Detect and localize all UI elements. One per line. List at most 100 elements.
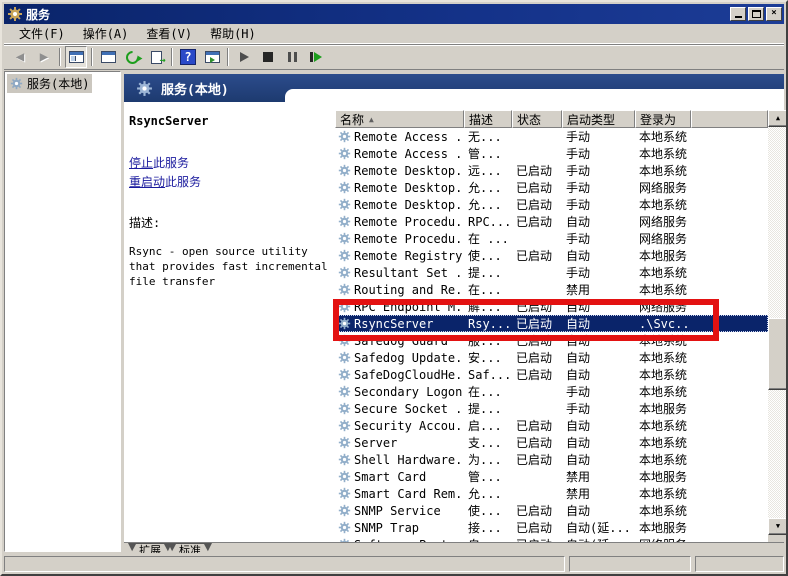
scrollbar-thumb[interactable] <box>768 318 788 390</box>
vertical-scrollbar[interactable]: ▲ ▼ <box>768 110 788 535</box>
services-table: 名称▲ 描述 状态 启动类型 登录为 Remote Access ... 无..… <box>335 110 768 544</box>
gear-icon <box>338 385 351 398</box>
start-service-icon[interactable] <box>233 46 255 68</box>
service-row[interactable]: Smart Card 管... 禁用 本地服务 <box>335 468 768 485</box>
gear-icon <box>338 470 351 483</box>
row-name: Safedog Update... <box>354 351 464 365</box>
menu-view[interactable]: 查看(V) <box>137 23 201 44</box>
service-row[interactable]: Remote Desktop... 远... 已启动 手动 本地系统 <box>335 162 768 179</box>
back-icon[interactable]: ◀ <box>9 46 31 68</box>
service-row[interactable]: SafeDogCloudHe... Saf... 已启动 自动 本地系统 <box>335 366 768 383</box>
row-desc: 使... <box>464 502 512 519</box>
row-name: RPC Endpoint M... <box>354 300 464 314</box>
service-row[interactable]: Secure Socket ... 提... 手动 本地服务 <box>335 400 768 417</box>
service-row[interactable]: SNMP Trap 接... 已启动 自动(延... 本地服务 <box>335 519 768 536</box>
service-row[interactable]: Remote Desktop... 允... 已启动 手动 本地系统 <box>335 196 768 213</box>
row-logon: 本地系统 <box>635 281 691 298</box>
export-list-icon[interactable] <box>145 46 167 68</box>
row-startup: 自动(延... <box>562 519 635 536</box>
sort-asc-icon: ▲ <box>369 115 374 124</box>
pause-service-icon[interactable] <box>281 46 303 68</box>
row-status: 已启动 <box>512 366 562 383</box>
row-name: SNMP Trap <box>354 521 419 535</box>
close-button[interactable]: × <box>766 7 782 21</box>
stop-service-icon[interactable] <box>257 46 279 68</box>
column-header-logon-as[interactable]: 登录为 <box>635 110 691 128</box>
row-desc: 管... <box>464 145 512 162</box>
row-logon: 本地系统 <box>635 417 691 434</box>
gear-icon <box>338 181 351 194</box>
stop-service-link[interactable]: 停止此服务 <box>129 154 329 171</box>
service-row[interactable]: Server 支... 已启动 自动 本地系统 <box>335 434 768 451</box>
row-status: 已启动 <box>512 519 562 536</box>
gear-icon <box>338 249 351 262</box>
row-name: Smart Card <box>354 470 426 484</box>
service-row[interactable]: Remote Access ... 管... 手动 本地系统 <box>335 145 768 162</box>
minimize-button[interactable] <box>730 7 746 21</box>
help-icon[interactable]: ? <box>177 46 199 68</box>
column-header-startup-type[interactable]: 启动类型 <box>562 110 635 128</box>
tree-item-services-local[interactable]: 服务(本地) <box>7 74 92 93</box>
service-row[interactable]: Remote Procedu... RPC... 已启动 自动 网络服务 <box>335 213 768 230</box>
gear-icon <box>136 80 153 97</box>
description-text: Rsync - open source utility that provide… <box>129 244 335 289</box>
column-header-name[interactable]: 名称▲ <box>335 110 464 128</box>
scroll-down-icon[interactable]: ▼ <box>768 518 788 535</box>
refresh-icon[interactable] <box>121 46 143 68</box>
forward-icon[interactable]: ▶ <box>33 46 55 68</box>
service-row[interactable]: Safedog Guard 服... 已启动 自动 本地系统 <box>335 332 768 349</box>
services-gear-icon <box>7 6 23 22</box>
service-row[interactable]: Remote Desktop... 允... 已启动 手动 网络服务 <box>335 179 768 196</box>
row-name: Shell Hardware... <box>354 453 464 467</box>
row-desc: 在... <box>464 383 512 400</box>
service-row[interactable]: Security Accou... 启... 已启动 自动 本地系统 <box>335 417 768 434</box>
status-bar <box>4 553 784 572</box>
row-desc: 提... <box>464 264 512 281</box>
row-logon: 网络服务 <box>635 298 691 315</box>
row-startup: 自动 <box>562 502 635 519</box>
service-row[interactable]: Remote Access ... 无... 手动 本地系统 <box>335 128 768 145</box>
restart-service-icon[interactable] <box>305 46 327 68</box>
show-console-tree-icon[interactable] <box>65 46 87 68</box>
menu-help[interactable]: 帮助(H) <box>201 23 265 44</box>
gear-icon <box>338 487 351 500</box>
service-row[interactable]: RPC Endpoint M... 解... 已启动 自动 网络服务 <box>335 298 768 315</box>
gear-icon <box>338 521 351 534</box>
service-row[interactable]: Safedog Update... 安... 已启动 自动 本地系统 <box>335 349 768 366</box>
row-status: 已启动 <box>512 247 562 264</box>
service-row[interactable]: Smart Card Rem... 允... 禁用 本地系统 <box>335 485 768 502</box>
scroll-up-icon[interactable]: ▲ <box>768 110 788 127</box>
gear-icon <box>338 198 351 211</box>
gear-icon <box>338 504 351 517</box>
restart-service-link[interactable]: 重启动此服务 <box>129 173 329 190</box>
row-logon: .\Svc... <box>635 317 691 331</box>
row-desc: 在 ... <box>464 230 512 247</box>
menu-action[interactable]: 操作(A) <box>74 23 138 44</box>
row-startup: 手动 <box>562 230 635 247</box>
service-row[interactable]: Secondary Logon 在... 手动 本地系统 <box>335 383 768 400</box>
row-desc: 解... <box>464 298 512 315</box>
properties-icon[interactable] <box>97 46 119 68</box>
row-desc: 启... <box>464 417 512 434</box>
gear-icon <box>338 368 351 381</box>
column-header-description[interactable]: 描述 <box>464 110 512 128</box>
toolbar-separator <box>91 48 93 66</box>
row-status: 已启动 <box>512 179 562 196</box>
row-name: Remote Desktop... <box>354 164 464 178</box>
service-row[interactable]: Resultant Set ... 提... 手动 本地系统 <box>335 264 768 281</box>
service-row[interactable]: Remote Registry 使... 已启动 自动 本地服务 <box>335 247 768 264</box>
column-header-status[interactable]: 状态 <box>512 110 562 128</box>
maximize-button[interactable] <box>748 7 764 21</box>
console-tree-panel: 服务(本地) <box>4 71 121 552</box>
service-row[interactable]: Routing and Re... 在... 禁用 本地系统 <box>335 281 768 298</box>
service-row[interactable]: RsyncServer Rsy... 已启动 自动 .\Svc... <box>335 315 768 332</box>
menu-file[interactable]: 文件(F) <box>10 23 74 44</box>
row-name: Server <box>354 436 397 450</box>
service-row[interactable]: Remote Procedu... 在 ... 手动 网络服务 <box>335 230 768 247</box>
row-startup: 禁用 <box>562 281 635 298</box>
status-section <box>695 556 784 572</box>
service-row[interactable]: Shell Hardware... 为... 已启动 自动 本地系统 <box>335 451 768 468</box>
row-startup: 自动 <box>562 366 635 383</box>
extended-view-icon[interactable] <box>201 46 223 68</box>
service-row[interactable]: SNMP Service 使... 已启动 自动 本地系统 <box>335 502 768 519</box>
